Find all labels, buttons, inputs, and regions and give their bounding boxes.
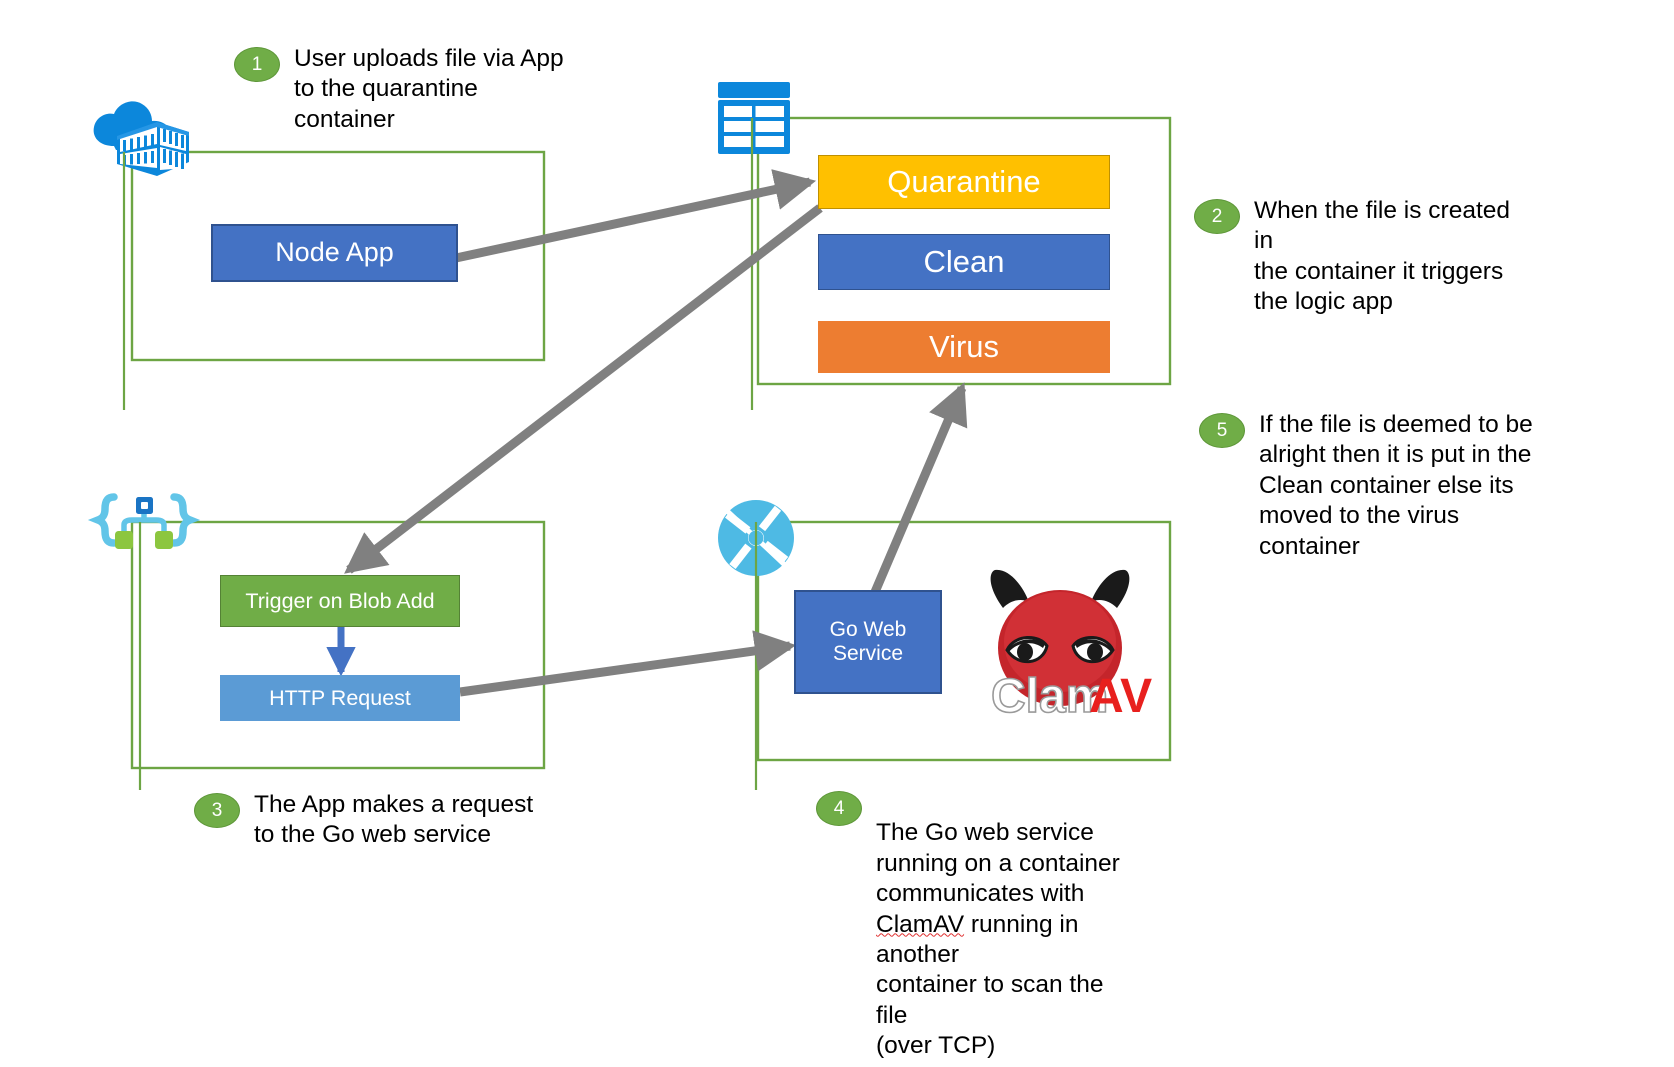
clean-container-box[interactable]: Clean [818,234,1110,290]
quarantine-container-box[interactable]: Quarantine [818,155,1110,209]
azure-app-service-icon [93,101,189,176]
callout-1-badge: 1 [234,47,280,82]
node-app-box[interactable]: Node App [211,224,458,282]
callout-2: 2 When the file is created in the contai… [1194,196,1534,318]
trigger-on-blob-add-box[interactable]: Trigger on Blob Add [220,575,460,627]
arrow-http-to-go-web-service [459,630,797,697]
http-request-box[interactable]: HTTP Request [220,675,460,721]
callout-4-text: The Go web service running on a containe… [876,788,1136,1061]
clamav-wordmark-av: AV [1089,670,1152,723]
callout-4-misspelled-word: ClamAV [876,910,965,938]
callout-3-text: The App makes a request to the Go web se… [254,791,534,849]
callout-2-badge: 2 [1194,199,1240,234]
callout-4-badge: 4 [816,791,862,826]
callout-5-text: If the file is deemed to be alright then… [1259,411,1533,560]
virus-container-box[interactable]: Virus [818,321,1110,373]
callout-3-badge: 3 [194,793,240,828]
go-web-service-box[interactable]: Go Web Service [794,590,942,694]
callout-2-text: When the file is created in the containe… [1254,197,1511,316]
clamav-logo-icon: Clam AV [990,569,1152,724]
callout-1-text: User uploads file via App to the quarant… [294,45,564,133]
callout-4: 4 The Go web service running on a contai… [816,788,1136,1061]
callout-3: 3 The App makes a request to the Go web … [194,790,534,851]
arrow-go-web-service-to-virus [870,382,968,594]
callout-5-badge: 5 [1199,413,1245,448]
callout-1: 1 User uploads file via App to the quara… [234,44,564,135]
callout-5: 5 If the file is deemed to be alright th… [1199,410,1539,562]
azure-storage-table-icon [718,82,790,154]
callout-4-text-before: The Go web service running on a containe… [876,819,1120,908]
